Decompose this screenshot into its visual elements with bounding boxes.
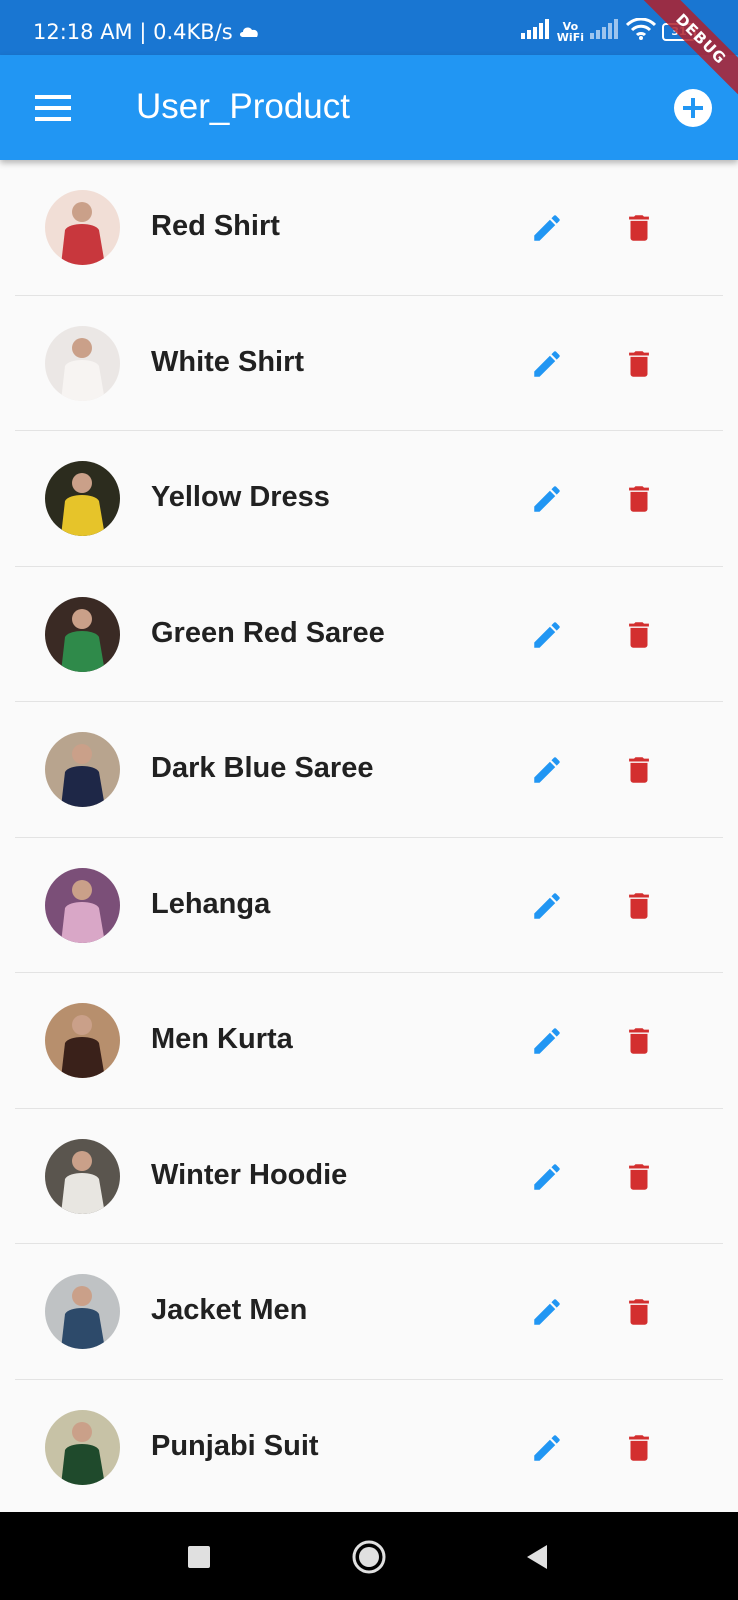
product-list-item[interactable]: Dark Blue Saree xyxy=(15,702,723,838)
battery-level: 31 xyxy=(671,25,687,38)
signal-icon xyxy=(520,19,551,44)
delete-product-button[interactable] xyxy=(615,1424,663,1472)
product-name: Lehanga xyxy=(151,887,271,920)
back-button[interactable] xyxy=(514,1534,560,1580)
product-list-item[interactable]: Yellow Dress xyxy=(15,431,723,567)
edit-pencil-icon xyxy=(534,757,560,783)
edit-product-button[interactable] xyxy=(523,340,571,388)
product-list: Red Shirt White Shirt Yellow Dress Green… xyxy=(0,160,738,1515)
delete-product-button[interactable] xyxy=(615,1288,663,1336)
edit-pencil-icon xyxy=(534,1434,560,1461)
vowifi-indicator: Vo WiFi xyxy=(557,21,584,43)
delete-trash-icon xyxy=(629,892,649,919)
add-product-button[interactable] xyxy=(672,87,714,129)
product-list-item[interactable]: Jacket Men xyxy=(15,1244,723,1380)
product-list-item[interactable]: White Shirt xyxy=(15,296,723,431)
product-list-item[interactable]: Punjabi Suit xyxy=(15,1380,723,1516)
delete-trash-icon xyxy=(629,1028,649,1054)
delete-trash-icon xyxy=(629,1434,649,1461)
product-avatar xyxy=(45,732,120,807)
edit-product-button[interactable] xyxy=(523,1017,571,1065)
product-name: Punjabi Suit xyxy=(151,1429,319,1462)
home-button[interactable] xyxy=(346,1534,392,1580)
app-bar: User_Product xyxy=(0,55,738,160)
status-bar: 12:18 AM | 0.4KB/s Vo WiFi 31 xyxy=(0,0,738,55)
product-list-item[interactable]: Green Red Saree xyxy=(15,567,723,702)
vowifi-bottom: WiFi xyxy=(556,30,584,44)
delete-product-button[interactable] xyxy=(615,1153,663,1201)
delete-product-button[interactable] xyxy=(615,611,663,659)
menu-icon xyxy=(35,95,71,121)
delete-product-button[interactable] xyxy=(615,475,663,523)
edit-product-button[interactable] xyxy=(523,1153,571,1201)
add-circle-icon xyxy=(674,89,712,127)
product-name: Men Kurta xyxy=(151,1023,293,1055)
product-avatar xyxy=(45,325,120,401)
delete-product-button[interactable] xyxy=(615,340,663,388)
product-list-item[interactable]: Red Shirt xyxy=(15,160,723,296)
product-name: Green Red Saree xyxy=(151,616,385,649)
delete-product-button[interactable] xyxy=(615,882,663,930)
product-name: Dark Blue Saree xyxy=(151,752,374,784)
menu-button[interactable] xyxy=(30,85,76,131)
delete-trash-icon xyxy=(629,1163,649,1190)
product-avatar xyxy=(45,867,120,943)
edit-pencil-icon xyxy=(534,486,560,512)
edit-pencil-icon xyxy=(534,1163,560,1190)
product-list-item[interactable]: Men Kurta xyxy=(15,973,723,1109)
delete-trash-icon xyxy=(629,757,649,783)
edit-pencil-icon xyxy=(534,621,560,648)
product-name: Jacket Men xyxy=(151,1294,308,1326)
delete-product-button[interactable] xyxy=(615,1017,663,1065)
product-avatar xyxy=(45,461,120,536)
product-avatar xyxy=(45,1003,120,1078)
battery-icon: 31 xyxy=(662,22,696,41)
edit-pencil-icon xyxy=(534,1299,560,1325)
product-avatar xyxy=(45,1138,120,1214)
back-triangle-icon xyxy=(527,1545,547,1569)
edit-pencil-icon xyxy=(534,1028,560,1054)
delete-trash-icon xyxy=(629,621,649,648)
edit-product-button[interactable] xyxy=(523,746,571,794)
product-avatar xyxy=(45,1409,120,1485)
app-title: User_Product xyxy=(136,87,350,126)
product-name: Winter Hoodie xyxy=(151,1158,348,1191)
cloud-icon xyxy=(238,24,260,43)
delete-trash-icon xyxy=(629,486,649,512)
status-icons: Vo WiFi 31 xyxy=(520,17,696,45)
delete-trash-icon xyxy=(629,1299,649,1325)
edit-product-button[interactable] xyxy=(523,204,571,252)
edit-pencil-icon xyxy=(534,892,560,919)
delete-product-button[interactable] xyxy=(615,746,663,794)
delete-trash-icon xyxy=(629,350,649,377)
recents-square-icon xyxy=(188,1546,210,1568)
edit-pencil-icon xyxy=(534,350,560,377)
edit-product-button[interactable] xyxy=(523,611,571,659)
edit-product-button[interactable] xyxy=(523,475,571,523)
product-name: Yellow Dress xyxy=(151,481,330,513)
product-list-item[interactable]: Winter Hoodie xyxy=(15,1109,723,1244)
product-list-item[interactable]: Lehanga xyxy=(15,838,723,973)
product-avatar xyxy=(45,596,120,672)
edit-product-button[interactable] xyxy=(523,882,571,930)
product-avatar xyxy=(45,190,120,265)
delete-trash-icon xyxy=(629,215,649,241)
edit-product-button[interactable] xyxy=(523,1424,571,1472)
system-nav-bar xyxy=(0,1512,738,1600)
delete-product-button[interactable] xyxy=(615,204,663,252)
recents-button[interactable] xyxy=(176,1534,222,1580)
wifi-icon xyxy=(625,17,657,45)
signal-icon xyxy=(590,19,620,44)
status-time: 12:18 AM | 0.4KB/s xyxy=(33,20,233,44)
product-name: Red Shirt xyxy=(151,210,280,242)
edit-product-button[interactable] xyxy=(523,1288,571,1336)
product-name: White Shirt xyxy=(151,345,305,378)
edit-pencil-icon xyxy=(534,215,560,241)
product-avatar xyxy=(45,1274,120,1349)
home-circle-icon xyxy=(352,1540,386,1574)
